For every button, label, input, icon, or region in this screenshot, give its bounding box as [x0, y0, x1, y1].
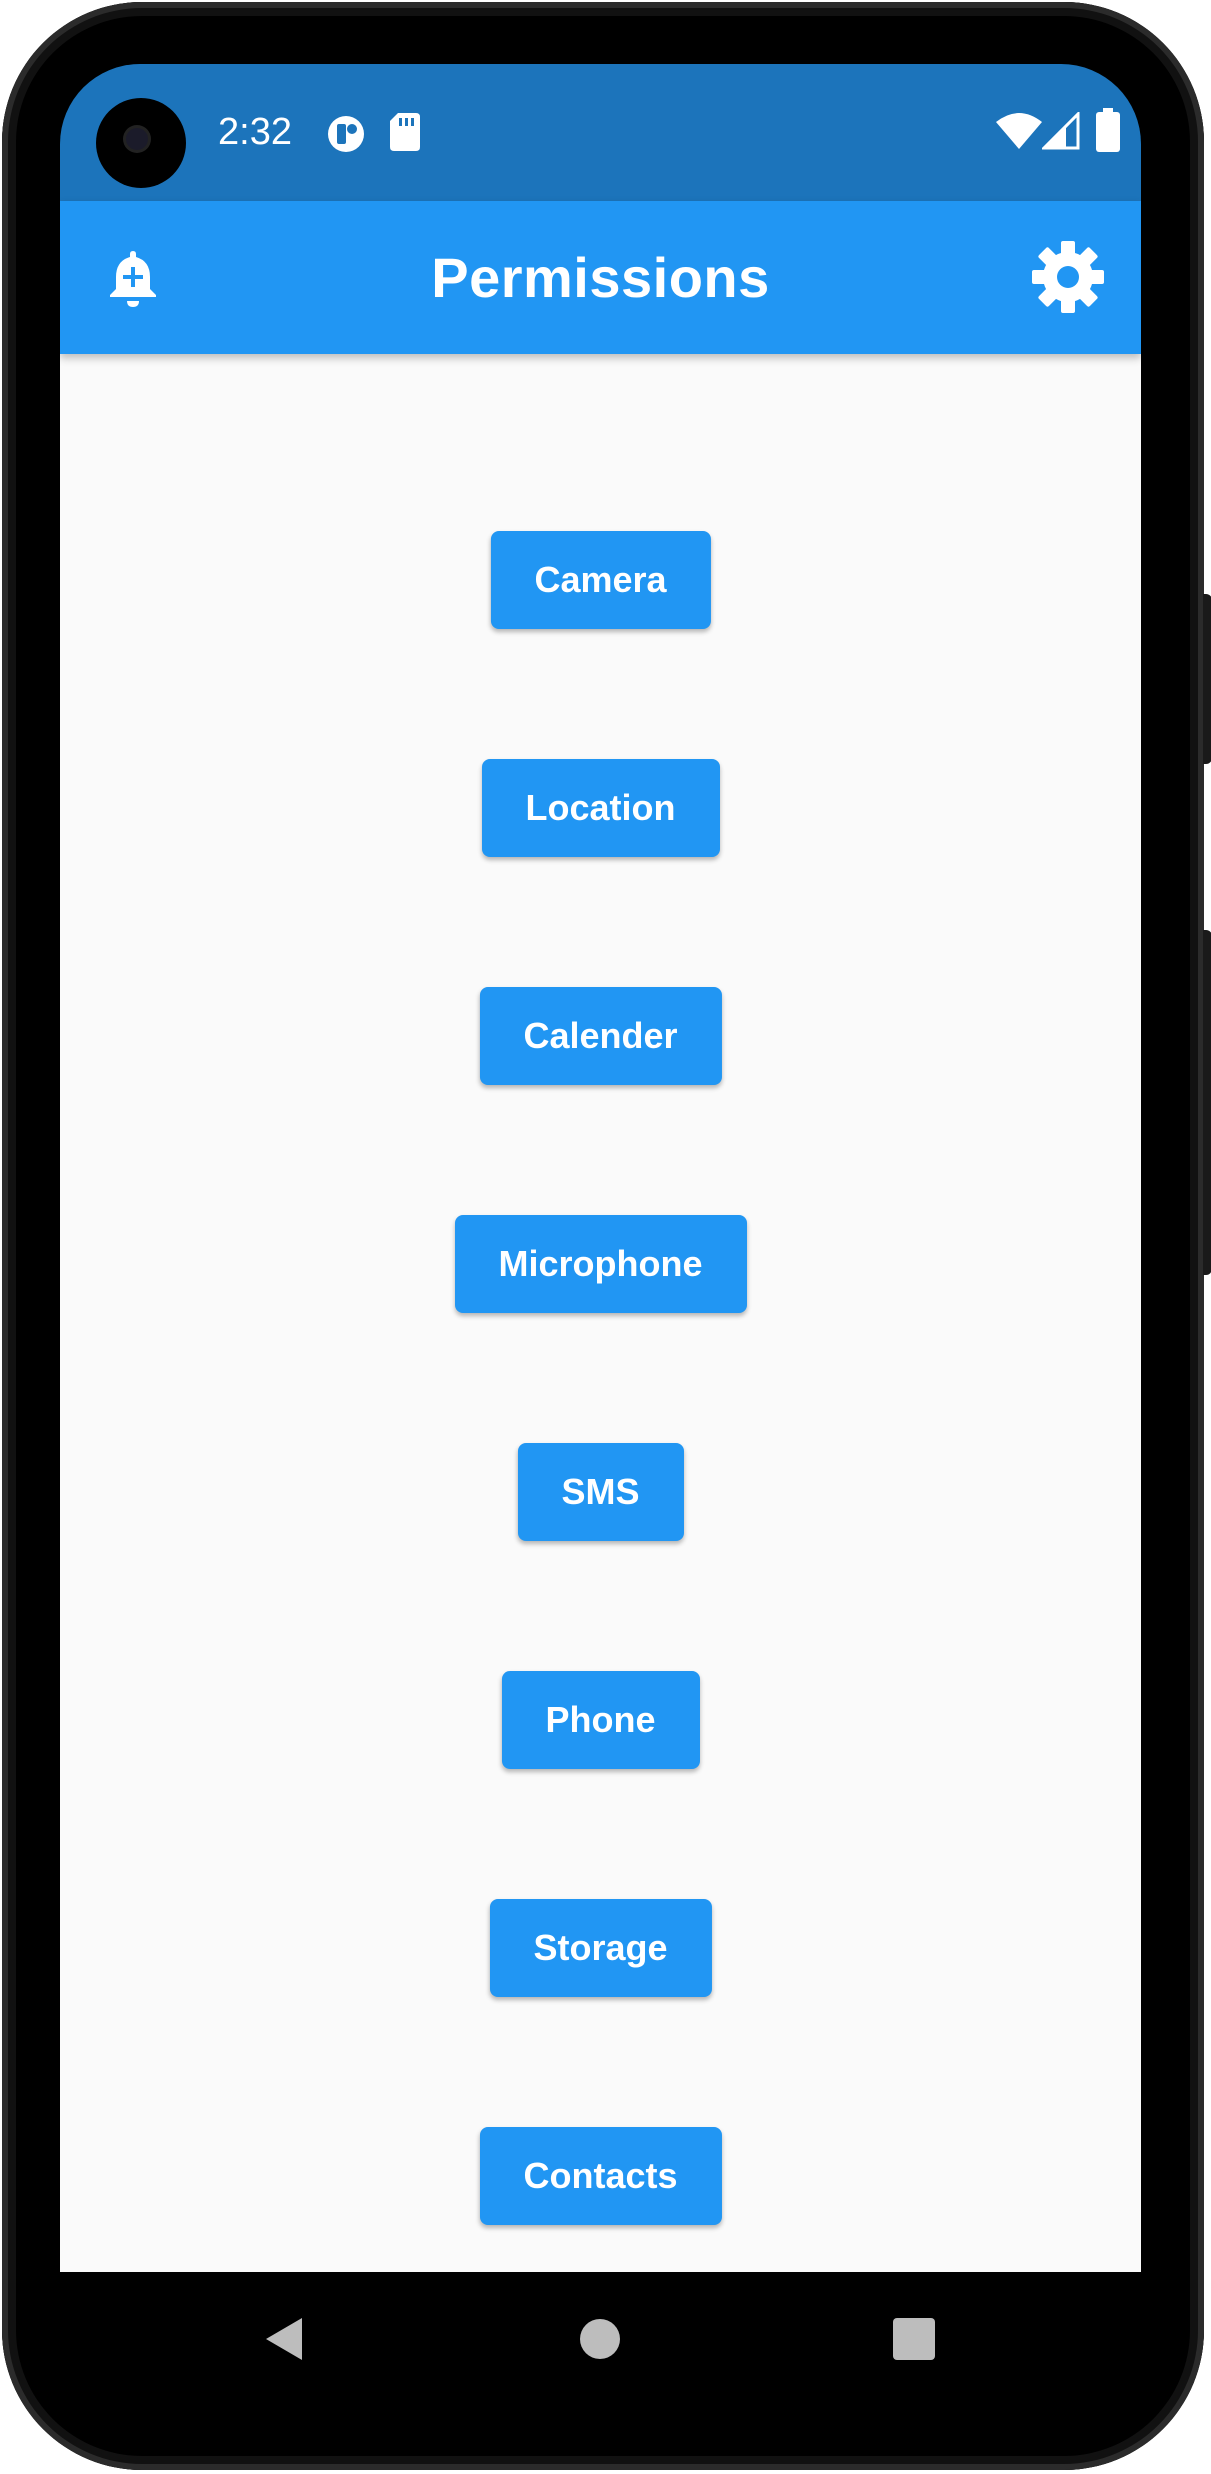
status-time: 2:32 — [218, 111, 292, 153]
camera-button[interactable]: Camera — [490, 531, 711, 629]
gear-icon[interactable] — [1032, 241, 1104, 313]
permission-list: Camera Location Calender Microphone SMS … — [60, 354, 1141, 2272]
home-icon[interactable] — [575, 2314, 625, 2364]
wifi-icon — [996, 113, 1042, 149]
recents-icon[interactable] — [889, 2314, 939, 2364]
status-bar: 2:32 — [60, 64, 1141, 201]
pocket-casts-icon — [328, 116, 364, 152]
volume-button — [1203, 930, 1211, 1275]
page-title: Permissions — [431, 246, 770, 309]
power-button — [1203, 594, 1211, 764]
app-bar: Permissions — [60, 201, 1141, 354]
camera-cutout — [96, 98, 186, 188]
sd-card-icon — [390, 113, 420, 151]
screen: 2:32 Permissions Camera Location Calende… — [60, 64, 1141, 2274]
content-area: Camera Location Calender Microphone SMS … — [60, 354, 1141, 2272]
calender-button[interactable]: Calender — [479, 987, 722, 1085]
signal-icon — [1042, 112, 1080, 150]
back-icon[interactable] — [262, 2314, 312, 2364]
navigation-bar — [60, 2274, 1141, 2404]
battery-icon — [1096, 108, 1120, 152]
sms-button[interactable]: SMS — [517, 1443, 684, 1541]
phone-button[interactable]: Phone — [501, 1671, 700, 1769]
microphone-button[interactable]: Microphone — [454, 1215, 747, 1313]
contacts-button[interactable]: Contacts — [479, 2127, 722, 2225]
storage-button[interactable]: Storage — [489, 1899, 712, 1997]
location-button[interactable]: Location — [481, 759, 720, 857]
